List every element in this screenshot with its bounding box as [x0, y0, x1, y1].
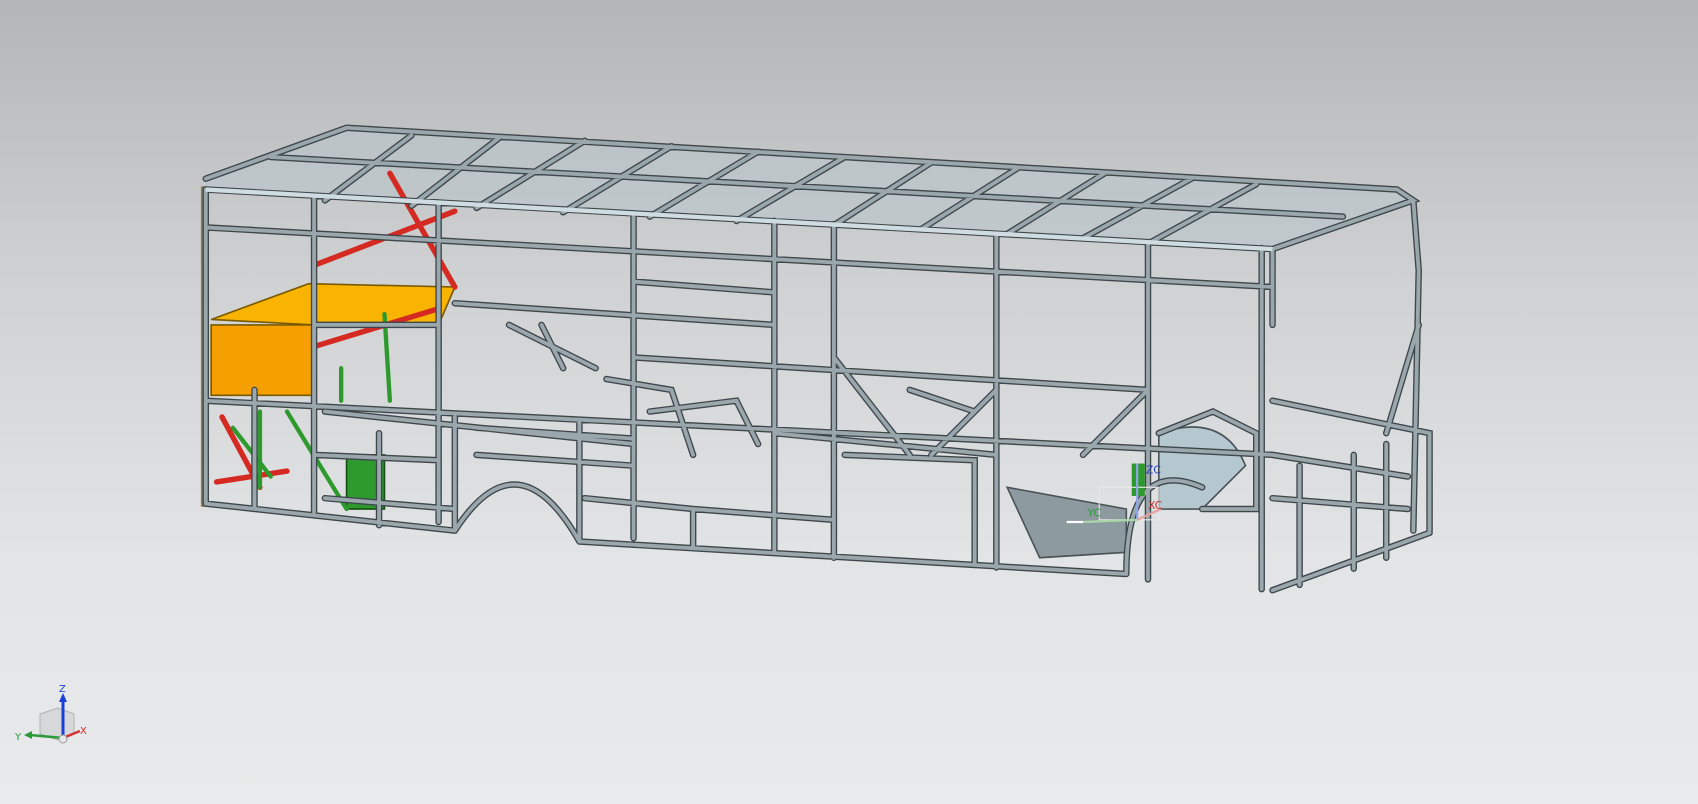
triad-y-label: Y — [14, 732, 22, 743]
battery-box-top — [210, 282, 457, 326]
cad-graphics-window[interactable]: ZC YC XC Z Y X — [0, 0, 1698, 804]
triad-z-label: Z — [59, 684, 66, 695]
bus-frame-model[interactable]: ZC YC XC Z Y X — [0, 0, 1698, 804]
view-orientation-triad[interactable]: Z Y X — [14, 684, 87, 744]
wheel-housing — [1157, 426, 1247, 510]
wcs-x-label: XC — [1148, 499, 1162, 512]
battery-box-front — [210, 324, 315, 397]
wcs-z-label: ZC — [1146, 463, 1161, 476]
wcs-y-label: YC — [1086, 507, 1101, 520]
rear-crossmember — [1005, 486, 1128, 559]
triad-x-label: X — [80, 726, 87, 737]
